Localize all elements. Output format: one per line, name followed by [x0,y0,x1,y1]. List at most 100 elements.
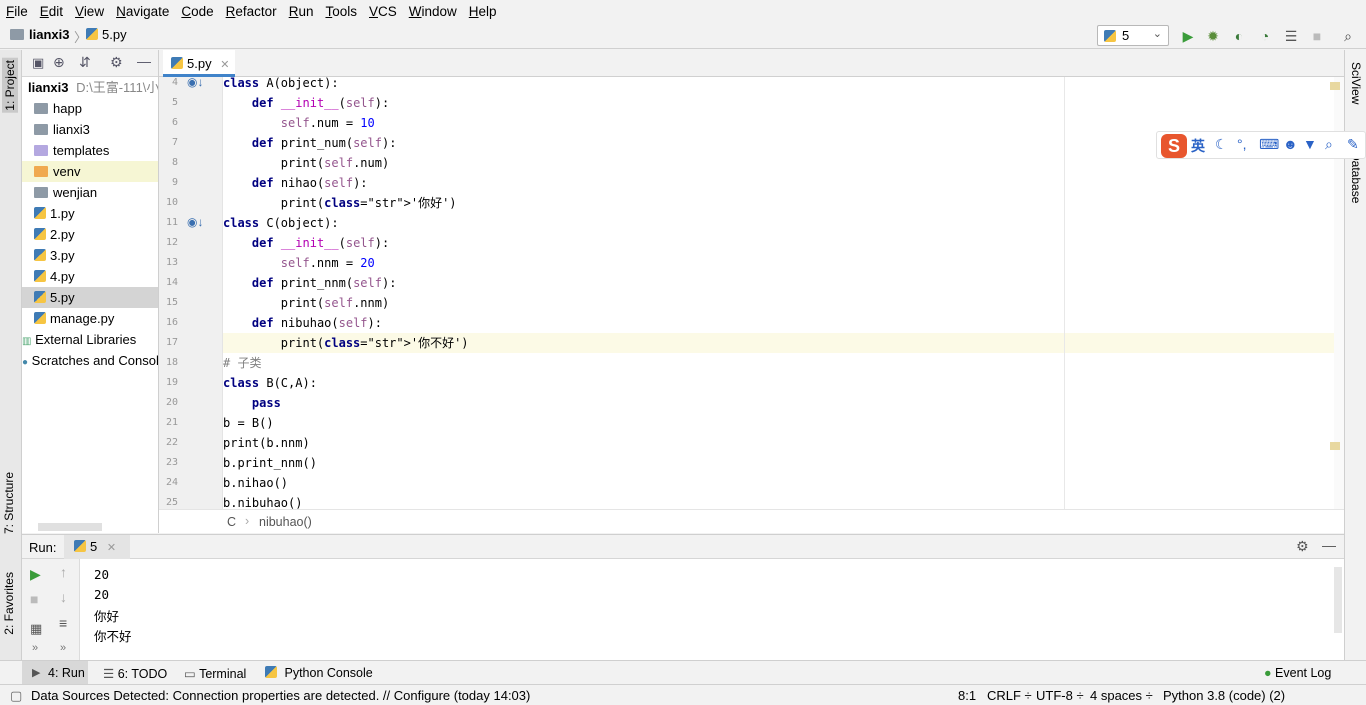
menu-edit[interactable]: Edit [34,4,69,19]
code-line[interactable]: b.nibuhao() [223,493,1334,509]
tree-item[interactable]: lianxi3 [22,119,158,140]
menu-navigate[interactable]: Navigate [110,4,175,19]
tree-item[interactable]: 4.py [22,266,158,287]
tree-external-libraries[interactable]: ▥ External Libraries [22,329,158,350]
menu-code[interactable]: Code [175,4,219,19]
tree-root[interactable]: lianxi3 D:\王富-111\小 [22,77,158,98]
caret-position[interactable]: 8:1 [958,688,976,703]
breadcrumb-method[interactable]: nibuhao() [259,515,312,529]
menu-vcs[interactable]: VCS [363,4,403,19]
close-icon[interactable]: ✕ [107,542,116,554]
debug-icon[interactable]: ✹ [1205,28,1221,44]
status-message[interactable]: Data Sources Detected: Connection proper… [31,688,530,703]
tool-tab-terminal[interactable]: ▭ Terminal [184,666,246,681]
code-line[interactable]: # 子类 [223,353,1334,373]
python-interpreter[interactable]: Python 3.8 (code) (2) [1163,688,1285,703]
warning-marker[interactable] [1330,442,1340,450]
tab-project[interactable]: 1: Project [2,58,18,113]
search-icon[interactable]: ⌕ [1340,28,1356,44]
console-scrollbar[interactable] [1334,567,1342,633]
minimize-icon[interactable]: — [1322,537,1336,553]
code-line[interactable]: print(class="str">'你不好') [223,333,1334,353]
file-encoding[interactable]: UTF-8 ÷ [1036,688,1084,703]
coverage-icon[interactable]: ◐ [1231,28,1247,44]
menu-window[interactable]: Window [403,4,463,19]
tree-scratches[interactable]: ● Scratches and Consoles [22,350,158,371]
code-line[interactable]: class B(C,A): [223,373,1334,393]
skin-icon[interactable]: ▼ [1303,136,1317,152]
arrow-up-icon[interactable]: ↑ [60,564,67,580]
menu-tools[interactable]: Tools [319,4,363,19]
run-console[interactable]: 20 20 你好 你不好 [80,559,1344,660]
tool-tab-run[interactable]: ▶ 4: Run [22,661,88,685]
rerun-icon[interactable]: ▶ [30,566,41,583]
horizontal-scrollbar[interactable] [38,523,102,531]
run-configuration-select[interactable]: 5 ⌄ [1097,25,1169,46]
menu-run[interactable]: Run [283,4,320,19]
gear-icon[interactable]: ⚙ [1296,538,1309,555]
tab-sciview[interactable]: SciView [1349,62,1363,104]
moon-icon[interactable]: ☾ [1215,136,1228,153]
locate-icon[interactable]: ⊕ [53,54,65,71]
layout-icon[interactable]: ▦ [30,621,42,637]
build-icon[interactable]: ☰ [1283,28,1299,44]
tool-tab-python-console[interactable]: Python Console [265,666,373,680]
tree-item-selected[interactable]: 5.py [22,287,158,308]
tab-structure[interactable]: 7: Structure [2,472,16,534]
code-line[interactable]: pass [223,393,1334,413]
code-line[interactable]: def __init__(self): [223,233,1334,253]
run-icon[interactable]: ▶ [1180,28,1196,44]
tab-favorites[interactable]: 2: Favorites [2,572,16,635]
code-line[interactable]: b.nihao() [223,473,1334,493]
tool-tab-event-log[interactable]: ● Event Log [1264,666,1331,680]
code-line[interactable]: self.nnm = 20 [223,253,1334,273]
minimize-icon[interactable]: — [137,53,151,69]
code-line[interactable]: print(b.nnm) [223,433,1334,453]
menu-view[interactable]: View [69,4,110,19]
tree-item[interactable]: happ [22,98,158,119]
ime-language[interactable]: 英 [1191,136,1205,156]
tree-item[interactable]: templates [22,140,158,161]
status-toggle-icon[interactable]: ▢ [10,688,22,704]
code-line[interactable]: def nihao(self): [223,173,1334,193]
nav-project[interactable]: lianxi3 [10,27,69,42]
warning-marker[interactable] [1330,82,1340,90]
tab-database[interactable]: Database [1349,152,1363,203]
code-line[interactable]: def __init__(self): [223,93,1334,113]
wrench-icon[interactable]: ✎ [1347,136,1359,153]
tree-item[interactable]: venv [22,161,158,182]
search-icon[interactable]: ⌕ [1325,136,1333,153]
override-marker-icon[interactable]: ◉↓ [187,75,203,89]
code-line[interactable]: def print_nnm(self): [223,273,1334,293]
tree-item[interactable]: manage.py [22,308,158,329]
indent-setting[interactable]: 4 spaces ÷ [1090,688,1153,703]
soft-wrap-icon[interactable]: ≡ [59,615,67,631]
stop-icon[interactable]: ■ [30,591,38,607]
close-icon[interactable]: ✕ [220,59,229,71]
tool-tab-todo[interactable]: ☰ 6: TODO [103,666,167,681]
gear-icon[interactable]: ⚙ [110,54,123,71]
arrow-down-icon[interactable]: ↓ [60,589,67,605]
code-line[interactable]: print(class="str">'你好') [223,193,1334,213]
profile-icon[interactable]: ◔ [1257,28,1273,44]
more-icon[interactable]: » [60,642,66,654]
keyboard-icon[interactable]: ⌨ [1259,136,1279,153]
punctuation-icon[interactable]: °, [1237,136,1247,152]
run-tab-5[interactable]: 5 ✕ [64,535,130,559]
line-separator[interactable]: CRLF ÷ [987,688,1032,703]
select-opened-file-icon[interactable]: ▣ [32,55,44,71]
sogou-logo-icon[interactable]: S [1161,134,1187,158]
code-line[interactable]: b = B() [223,413,1334,433]
menu-file[interactable]: File [0,4,34,19]
code-line[interactable]: print(self.nnm) [223,293,1334,313]
menu-help[interactable]: Help [463,4,503,19]
tree-item[interactable]: wenjian [22,182,158,203]
collapse-all-icon[interactable]: ⇵ [79,54,91,71]
tree-item[interactable]: 3.py [22,245,158,266]
nav-file[interactable]: 5.py [86,27,127,42]
override-marker-icon[interactable]: ◉↓ [187,215,203,229]
stop-icon[interactable]: ■ [1309,28,1325,44]
code-line[interactable]: b.print_nnm() [223,453,1334,473]
code-line[interactable]: self.num = 10 [223,113,1334,133]
tree-item[interactable]: 1.py [22,203,158,224]
